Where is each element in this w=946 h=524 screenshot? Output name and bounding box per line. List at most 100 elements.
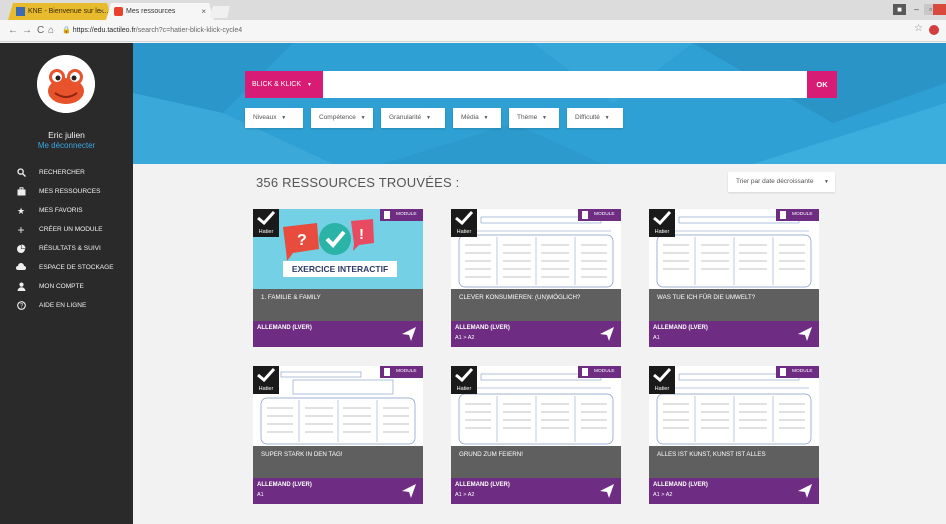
collection-selector[interactable]: BLICK & KLICK ▼ [245,71,323,98]
plus-icon: + [17,223,25,237]
resource-card[interactable]: Hatier MODULE GRUND ZUM FEIERN! ALLEMAND… [451,366,621,504]
module-badge: MODULE [380,209,423,221]
publisher-label: Hatier [258,386,274,392]
badge-label: MODULE [792,212,813,217]
publisher-label: Hatier [258,229,274,235]
module-icon [582,211,588,219]
sidebar-item-label: ESPACE DE STOCKAGE [39,264,114,271]
svg-text:?: ? [297,232,307,249]
browser-tab-bar: KNE - Bienvenue sur le ... × Mes ressour… [0,0,946,20]
tactileo-favicon-icon [114,7,123,16]
sort-dropdown[interactable]: Trier par date décroissante ▼ [728,172,835,192]
sidebar-item-mon-compte[interactable]: MON COMPTE [0,279,133,298]
url-path: /search?c=hatier-blick-klick-cycle4 [135,27,243,34]
resource-card[interactable]: Hatier MODULE ALLES IST KUNST, KUNST IST… [649,366,819,504]
new-tab-button[interactable] [210,6,230,18]
sidebar-item-creer-module[interactable]: + CRÉER UN MODULE [0,222,133,241]
resource-card[interactable]: Hatier MODULE CLEVER KONSUMIEREN: (UN)MÖ… [451,209,621,347]
card-subject: ALLEMAND (LVER) [455,482,510,488]
logout-link[interactable]: Me déconnecter [0,141,133,150]
sidebar-item-label: AIDE EN LIGNE [39,302,87,309]
badge-label: MODULE [594,212,615,217]
search-icon [16,168,26,178]
card-subject: ALLEMAND (LVER) [455,325,510,331]
chevron-down-icon: ▼ [824,179,829,185]
card-level: A1 [653,335,660,341]
card-footer: ALLEMAND (LVER) A1 [253,478,423,504]
filter-granularite[interactable]: Granularité ▼ [381,108,445,128]
publisher-label: Hatier [456,386,472,392]
chevron-down-icon: ▼ [425,115,431,121]
close-tab-icon[interactable]: × [201,3,206,20]
chevron-down-icon: ▼ [604,115,610,121]
card-level: A1 [257,492,264,498]
chevron-down-icon: ▼ [281,115,287,121]
send-icon[interactable] [797,326,813,342]
bookmark-star-icon[interactable]: ☆ [914,23,923,34]
chevron-down-icon: ▼ [542,115,547,121]
send-icon[interactable] [401,483,417,499]
send-icon[interactable] [599,483,615,499]
interactive-label: EXERCICE INTERACTIF [291,264,389,274]
sidebar-item-resultats-suivi[interactable]: RÉSULTATS & SUIVI [0,241,133,260]
back-icon[interactable]: ← [8,23,18,38]
sidebar-item-rechercher[interactable]: RECHERCHER [0,165,133,184]
chevron-down-icon: ▼ [306,82,312,88]
home-icon[interactable]: ⌂ [48,23,54,38]
minimize-icon[interactable]: – [910,4,923,15]
card-footer: ALLEMAND (LVER) A1 > A2 [451,478,621,504]
svg-text:!: ! [359,226,364,243]
extension-icon[interactable] [929,25,939,35]
url-field[interactable]: 🔒 https://edu.tactileo.fr/search?c=hatier… [62,24,242,38]
badge-label: MODULE [396,369,417,374]
module-badge: MODULE [776,209,819,221]
module-icon [582,368,588,376]
module-icon [780,368,786,376]
search-ok-button[interactable]: OK [807,71,837,98]
close-tab-icon[interactable]: × [99,3,104,20]
chevron-down-icon: ▼ [483,115,489,121]
badge-label: MODULE [792,369,813,374]
filter-label: Média [461,114,479,121]
card-level: A1 > A2 [653,492,673,498]
sort-label: Trier par date décroissante [736,178,814,185]
send-icon[interactable] [599,326,615,342]
browser-tab-kne[interactable]: KNE - Bienvenue sur le ... × [8,3,112,20]
resource-card[interactable]: ? ! EXERCICE INTERACTIF Hatier MODULE 1.… [253,209,423,347]
search-input[interactable] [325,74,805,95]
filter-theme[interactable]: Thème ▼ [509,108,559,128]
reload-icon[interactable]: C [37,23,44,38]
module-badge: MODULE [578,366,621,378]
browser-tab-mes-ressources[interactable]: Mes ressources × [106,3,214,20]
close-window-icon[interactable] [933,4,946,15]
card-footer: ALLEMAND (LVER) [253,321,423,347]
sidebar-item-espace-stockage[interactable]: ESPACE DE STOCKAGE [0,260,133,279]
kne-favicon-icon [16,7,25,16]
send-icon[interactable] [401,326,417,342]
sidebar-item-label: RÉSULTATS & SUIVI [39,245,101,252]
filter-competence[interactable]: Compétence ▼ [311,108,373,128]
sidebar-item-mes-ressources[interactable]: MES RESSOURCES [0,184,133,203]
module-icon [384,368,390,376]
send-icon[interactable] [797,483,813,499]
card-subject: ALLEMAND (LVER) [653,325,708,331]
filter-niveaux[interactable]: Niveaux ▼ [245,108,303,128]
forward-icon[interactable]: → [22,23,32,38]
sidebar-item-aide-en-ligne[interactable]: ? AIDE EN LIGNE [0,298,133,317]
sidebar-item-label: CRÉER UN MODULE [39,226,103,233]
publisher-label: Hatier [654,229,670,235]
cloud-icon [16,263,26,273]
filter-media[interactable]: Média ▼ [453,108,501,128]
help-icon: ? [16,301,26,311]
star-icon: ★ [16,206,26,216]
card-title: GRUND ZUM FEIERN! [451,446,621,478]
resource-card[interactable]: Hatier MODULE SUPER STARK IN DEN TAG! AL… [253,366,423,504]
resource-card[interactable]: Hatier MODULE WAS TUE ICH FÜR DIE UMWELT… [649,209,819,347]
filter-difficulte[interactable]: Difficulté ▼ [567,108,623,128]
sidebar-item-mes-favoris[interactable]: ★ MES FAVORIS [0,203,133,222]
card-title: ALLES IST KUNST, KUNST IST ALLES [649,446,819,478]
tab-label: Mes ressources [126,8,176,15]
collection-selector-label: BLICK & KLICK [252,81,302,88]
avatar[interactable] [37,55,95,113]
user-profile-icon[interactable]: ■ [893,4,906,15]
